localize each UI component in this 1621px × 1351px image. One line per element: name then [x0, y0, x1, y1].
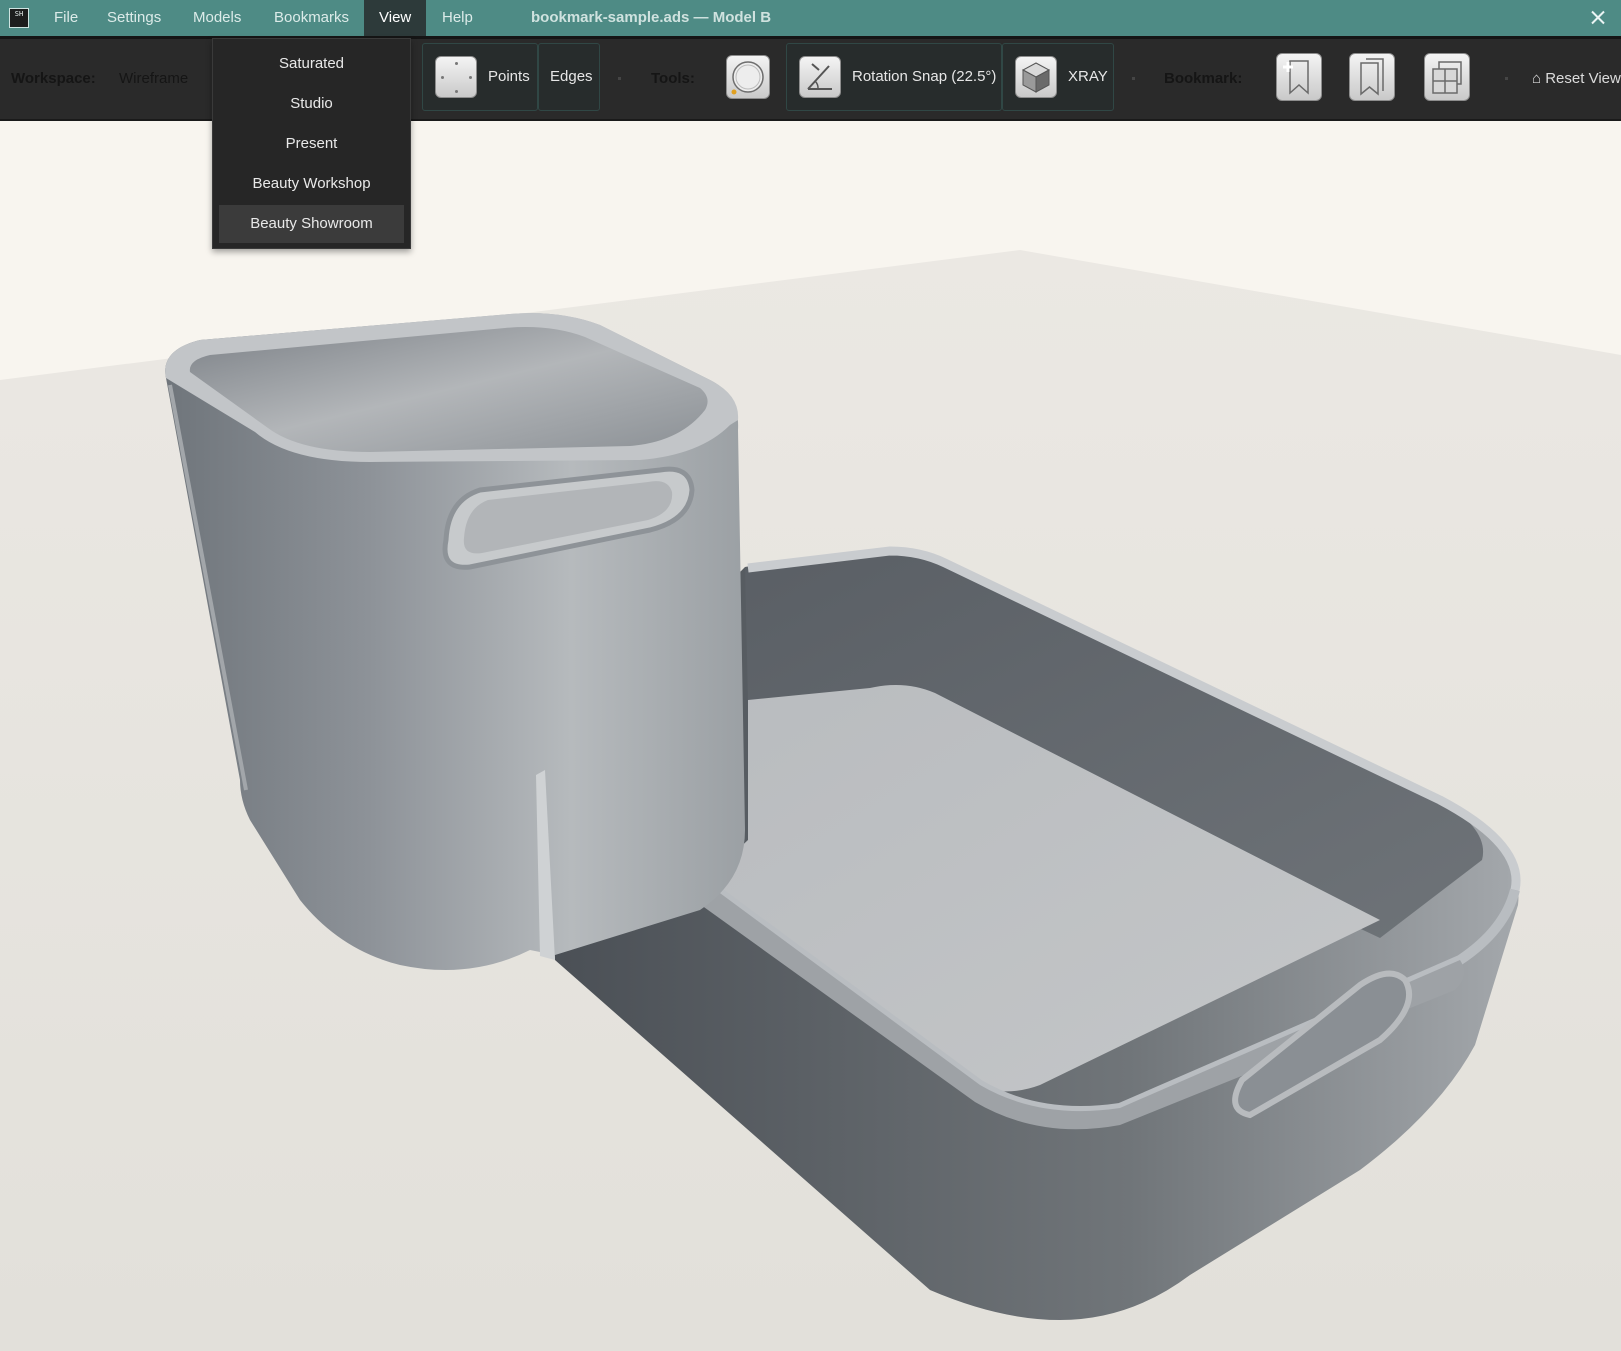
view-option-beauty-showroom[interactable]: Beauty Showroom: [219, 205, 404, 243]
edges-button[interactable]: Edges: [538, 43, 600, 111]
toolbar-separator: [618, 77, 621, 80]
bookmark-grid-icon[interactable]: [1424, 53, 1470, 101]
rotation-snap-button[interactable]: Rotation Snap (22.5°): [786, 43, 1002, 111]
toolbar-separator: [1132, 77, 1135, 80]
add-bookmark-icon[interactable]: [1276, 53, 1322, 101]
orbit-tool-icon[interactable]: [726, 55, 770, 99]
menu-view[interactable]: View: [364, 0, 427, 36]
app-logo-text: SH: [14, 10, 24, 18]
window-title: bookmark-sample.ads — Model B: [531, 9, 772, 26]
workspace-label: Workspace:: [11, 70, 96, 87]
bookmarks-list-icon[interactable]: [1349, 53, 1395, 101]
rotation-snap-icon: [799, 56, 841, 98]
xray-cube-icon: [1015, 56, 1057, 98]
view-option-present[interactable]: Present: [219, 125, 404, 163]
tools-label: Tools:: [651, 70, 695, 87]
view-option-studio[interactable]: Studio: [219, 85, 404, 123]
toolbar-separator: [1505, 77, 1508, 80]
bookmark-label: Bookmark:: [1164, 70, 1243, 87]
xray-button[interactable]: XRAY: [1002, 43, 1114, 111]
edges-label: Edges: [550, 68, 593, 85]
workspace-wireframe[interactable]: Wireframe: [119, 39, 188, 119]
points-label: Points: [488, 68, 530, 85]
app-logo-icon: SH: [9, 8, 29, 28]
rotation-snap-label: Rotation Snap (22.5°): [852, 68, 997, 85]
points-icon: [435, 56, 477, 98]
menu-models[interactable]: Models: [193, 0, 241, 36]
xray-label: XRAY: [1068, 68, 1108, 85]
menu-bar: SH File Settings Models Bookmarks View H…: [0, 0, 1621, 36]
close-icon[interactable]: [1586, 6, 1610, 30]
view-menu-dropdown: Saturated Studio Present Beauty Workshop…: [212, 38, 411, 249]
menu-help[interactable]: Help: [442, 0, 473, 36]
menu-bookmarks[interactable]: Bookmarks: [274, 0, 349, 36]
menu-file[interactable]: File: [54, 0, 78, 36]
reset-view-button[interactable]: ⌂ Reset View: [1532, 39, 1621, 119]
view-option-beauty-workshop[interactable]: Beauty Workshop: [219, 165, 404, 203]
3d-viewport[interactable]: [0, 121, 1621, 1351]
points-button[interactable]: Points: [422, 43, 538, 111]
model-render: [0, 121, 1621, 1351]
menu-settings[interactable]: Settings: [107, 0, 161, 36]
view-option-saturated[interactable]: Saturated: [219, 45, 404, 83]
